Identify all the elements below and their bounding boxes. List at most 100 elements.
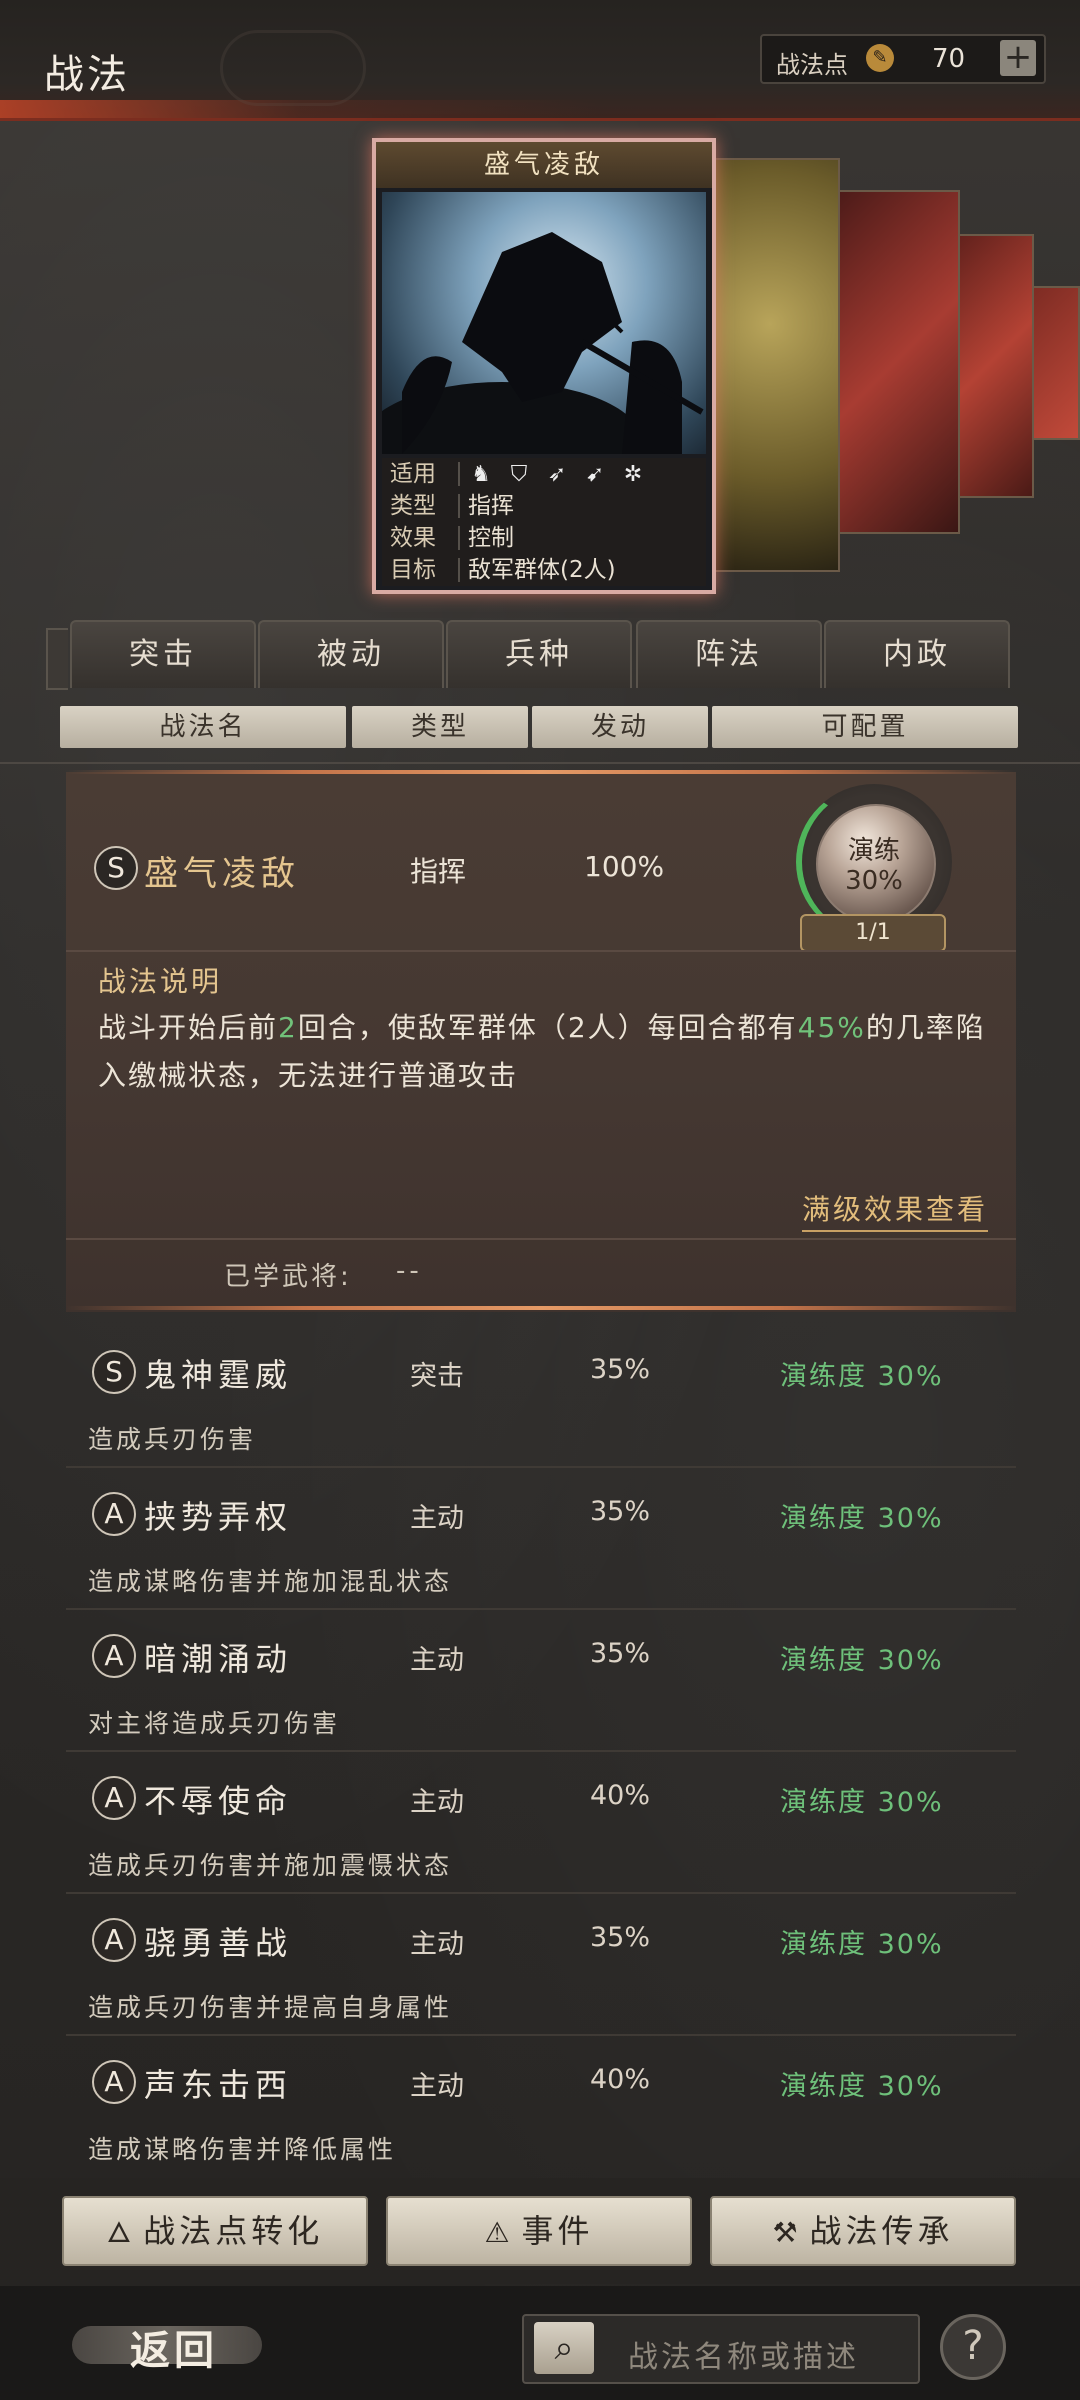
grade-badge: A xyxy=(92,2060,136,2104)
tactic-row[interactable]: A 骁勇善战 主动 35% 演练度 30% 造成兵刃伤害并提高自身属性 xyxy=(66,1896,1016,2036)
card-back-2[interactable] xyxy=(830,190,960,534)
info-separator xyxy=(458,526,460,550)
detail-separator xyxy=(66,950,1016,952)
inherit-button[interactable]: ⚒ 战法传承 xyxy=(710,2196,1016,2266)
tab-assault[interactable]: 突击 xyxy=(70,620,256,688)
grade-badge: A xyxy=(92,1776,136,1820)
tactic-row[interactable]: S 鬼神霆威 突击 35% 演练度 30% 造成兵刃伤害 xyxy=(66,1328,1016,1468)
tab-troop[interactable]: 兵种 xyxy=(446,620,632,688)
column-name[interactable]: 战法名 xyxy=(60,706,346,748)
grade-badge: A xyxy=(92,1918,136,1962)
drill-percent: 30% xyxy=(845,866,903,896)
tactic-rate: 40% xyxy=(590,1780,651,1811)
search-icon[interactable]: ⌕ xyxy=(534,2322,594,2374)
tactic-type: 突击 xyxy=(410,1361,464,1392)
spear-icon: ➹ xyxy=(585,462,605,487)
tactic-row[interactable]: A 声东击西 主动 40% 演练度 30% 造成谋略伤害并降低属性 xyxy=(66,2038,1016,2178)
column-configurable[interactable]: 可配置 xyxy=(712,706,1018,748)
selected-tactic-rate: 100% xyxy=(584,850,665,883)
tactic-name: 鬼神霆威 xyxy=(144,1356,293,1394)
points-label: 战法点 xyxy=(776,51,848,79)
convert-points-button[interactable]: 🜂 战法点转化 xyxy=(62,2196,368,2266)
tactic-name: 暗潮涌动 xyxy=(144,1640,293,1678)
search-input[interactable]: ⌕ 战法名称或描述 xyxy=(522,2314,920,2384)
info-separator xyxy=(458,494,460,518)
info-value: 敌军群体(2人) xyxy=(468,557,616,583)
column-type[interactable]: 类型 xyxy=(352,706,528,748)
info-key: 适用 xyxy=(390,461,436,487)
desc-highlight-rounds: 2 xyxy=(278,1011,298,1044)
tactic-type: 主动 xyxy=(410,1645,464,1676)
tactic-points-box: 战法点 ✎ 70 + xyxy=(760,34,1046,84)
detail-bottom-border xyxy=(66,1306,1016,1310)
tactic-rate: 35% xyxy=(590,1638,651,1669)
row-separator xyxy=(66,1892,1016,1894)
tactic-row[interactable]: A 不辱使命 主动 40% 演练度 30% 造成兵刃伤害并施加震慑状态 xyxy=(66,1754,1016,1894)
detail-separator xyxy=(66,1238,1016,1240)
tactic-drill: 演练度 30% xyxy=(780,2071,944,2102)
tactic-row[interactable]: A 挟势弄权 主动 35% 演练度 30% 造成谋略伤害并施加混乱状态 xyxy=(66,1470,1016,1610)
column-trigger[interactable]: 发动 xyxy=(532,706,708,748)
tactic-desc: 对主将造成兵刃伤害 xyxy=(88,1709,341,1738)
shield-icon: ⛉ xyxy=(510,462,528,487)
info-separator xyxy=(458,462,460,486)
card-artwork xyxy=(376,192,706,502)
info-separator xyxy=(458,558,460,582)
selected-tactic-card[interactable]: 盛气凌敌 适用 ♞ ⛉ ➶ ➹ ✲ 类型 指挥 效果 控制 目标 敌军群体(2人… xyxy=(372,138,716,594)
points-value: 70 xyxy=(932,44,966,74)
category-tabs: 突击 被动 兵种 阵法 内政 xyxy=(48,620,1048,690)
tab-internal[interactable]: 内政 xyxy=(824,620,1010,688)
tactic-name: 不辱使命 xyxy=(144,1782,293,1820)
bow-icon: ➶ xyxy=(547,462,567,487)
tactic-type: 主动 xyxy=(410,2071,464,2102)
drill-label: 演练 xyxy=(847,836,900,866)
tactic-desc: 造成兵刃伤害并提高自身属性 xyxy=(88,1993,453,2022)
tactic-row[interactable]: A 暗潮涌动 主动 35% 演练度 30% 对主将造成兵刃伤害 xyxy=(66,1612,1016,1752)
cavalry-icon: ♞ xyxy=(471,462,491,487)
compass-icon: ✎ xyxy=(866,44,894,72)
cloud-ornament xyxy=(220,30,366,106)
alert-icon: ⚠ xyxy=(484,2216,514,2249)
tactic-name: 声东击西 xyxy=(144,2066,293,2104)
tactic-name: 挟势弄权 xyxy=(144,1498,293,1536)
tactic-drill: 演练度 30% xyxy=(780,1361,944,1392)
tactic-type: 主动 xyxy=(410,1787,464,1818)
back-button[interactable]: 返回 xyxy=(72,2312,272,2378)
tactic-type: 主动 xyxy=(410,1503,464,1534)
siege-icon: ✲ xyxy=(623,462,643,487)
tactic-drill: 演练度 30% xyxy=(780,1645,944,1676)
flame-icon: 🜂 xyxy=(106,2216,136,2249)
card-title: 盛气凌敌 xyxy=(376,142,712,188)
tactic-desc: 造成兵刃伤害并施加震慑状态 xyxy=(88,1851,453,1880)
row-separator xyxy=(66,1608,1016,1610)
divider xyxy=(0,762,1080,764)
help-button[interactable]: ? xyxy=(940,2314,1006,2380)
hammer-icon: ⚒ xyxy=(772,2216,802,2249)
desc-part: 战斗开始后前 xyxy=(98,1011,279,1044)
tactic-rate: 40% xyxy=(590,2064,651,2095)
desc-highlight-chance: 45% xyxy=(797,1011,866,1044)
grade-badge: S xyxy=(92,1350,136,1394)
tactic-drill: 演练度 30% xyxy=(780,1503,944,1534)
drill-count: 1/1 xyxy=(800,914,946,952)
learned-generals-value: -- xyxy=(396,1256,423,1286)
events-label: 事件 xyxy=(521,2212,594,2250)
grade-badge: S xyxy=(94,846,138,890)
selected-tactic-type: 指挥 xyxy=(410,855,467,888)
add-points-button[interactable]: + xyxy=(1000,40,1036,76)
description-title: 战法说明 xyxy=(98,965,223,998)
info-value: 指挥 xyxy=(468,493,514,519)
full-level-effect-link[interactable]: 满级效果查看 xyxy=(802,1188,989,1232)
desc-part: 回合，使敌军群体（2人）每回合都有 xyxy=(297,1011,798,1044)
info-key: 目标 xyxy=(390,557,436,583)
tab-passive[interactable]: 被动 xyxy=(258,620,444,688)
info-value: 控制 xyxy=(468,525,514,551)
tab-formation[interactable]: 阵法 xyxy=(636,620,822,688)
card-back-1[interactable] xyxy=(700,158,840,572)
tactic-desc: 造成谋略伤害并降低属性 xyxy=(88,2135,397,2164)
info-key: 效果 xyxy=(390,525,436,551)
convert-points-label: 战法点转化 xyxy=(143,2212,324,2250)
tactic-desc: 造成谋略伤害并施加混乱状态 xyxy=(88,1567,453,1596)
events-button[interactable]: ⚠ 事件 xyxy=(386,2196,692,2266)
selected-tactic-name: 盛气凌敌 xyxy=(144,854,300,894)
